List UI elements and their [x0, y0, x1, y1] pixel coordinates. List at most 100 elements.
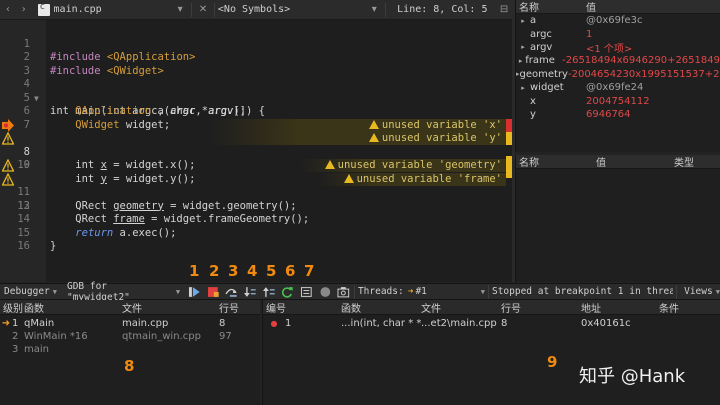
file-selector[interactable]: main.cpp [54, 4, 173, 15]
column-name-header[interactable]: 名称 [516, 154, 596, 169]
code-line-13[interactable]: 13 [0, 186, 512, 212]
step-into-icon[interactable] [244, 286, 257, 298]
debugger-status: Stopped at breakpoint 1 in thread 1. [491, 286, 674, 297]
code-line-5[interactable]: 5 QApplication a(argc, argv); [0, 78, 512, 118]
snapshot-camera-icon[interactable] [337, 286, 350, 298]
column-file-header[interactable]: 文件 [421, 300, 501, 315]
code-line-3[interactable]: 3 [0, 51, 512, 77]
forward-button[interactable]: › [16, 4, 32, 15]
toolbar-divider [385, 2, 387, 17]
close-file-button[interactable]: ✕ [195, 4, 211, 15]
expressions-panel[interactable]: 名称 值 类型 [515, 155, 720, 282]
symbols-selector[interactable]: <No Symbols> [218, 4, 366, 15]
column-type-header[interactable]: 类型 [674, 154, 694, 169]
stack-frame-row[interactable]: 2 WinMain *16 qtmain_win.cpp 97 [0, 330, 260, 343]
column-number-header[interactable]: 编号 [263, 300, 341, 315]
toolbar-divider [353, 284, 355, 299]
expand-arrow-icon[interactable]: ▸ [516, 84, 530, 92]
column-condition-header[interactable]: 条件 [659, 300, 717, 315]
locals-row[interactable]: ▸ geometry -2004654230x1995151537+20 [516, 68, 720, 81]
symbols-dropdown-caret[interactable]: ▾ [366, 4, 382, 15]
debugger-toolbar: Debugger ▼ GDB for "mywidget2" ▼ Threads… [0, 281, 720, 303]
warning-icon [2, 159, 14, 172]
breakpoints-header: 编号 函数 文件 行号 地址 条件 [263, 300, 720, 315]
current-frame-arrow-icon: ➜ [1, 318, 11, 329]
breakpoint-dot-icon[interactable]: ● [263, 319, 285, 328]
toolbar-divider [191, 2, 193, 17]
locals-row[interactable]: ▸ a @0x69fe3c [516, 14, 720, 27]
stack-frame-row[interactable]: ➜ 1 qMain main.cpp 8 [0, 317, 260, 330]
cursor-position[interactable]: Line: 8, Col: 5 [397, 4, 496, 15]
breakpoint-row[interactable]: ● 1 ...in(int, char * *) ...et2\main.cpp… [263, 317, 720, 330]
annotation-number: 7 [304, 262, 315, 280]
stack-header: 级别 函数 文件 行号 [0, 300, 260, 315]
column-value-header[interactable]: 值 [596, 154, 674, 169]
line-number: 16 [17, 240, 30, 252]
locals-row[interactable]: ▸ frame -26518494x6946290+2651849 [516, 54, 720, 67]
editor-toolbar: ‹ › main.cpp ▾ ✕ <No Symbols> ▾ Line: 8,… [0, 0, 512, 20]
cpp-file-icon [37, 2, 50, 16]
breakpoints-panel: 编号 函数 文件 行号 地址 条件 ● 1 ...in(int, char * … [262, 300, 720, 405]
locals-panel: 名称 值 ▸ a @0x69fe3c argc 1 ▸ argv <1 个项> ▸ fram… [515, 0, 720, 152]
restart-icon[interactable] [281, 286, 294, 298]
locals-row[interactable]: ▸ argv <1 个项> [516, 41, 720, 54]
warning-icon [2, 172, 14, 186]
code-text: } [50, 240, 57, 252]
code-line-1[interactable]: 1 #include <QApplication> [0, 24, 512, 64]
locals-row[interactable]: x 2004754112 [516, 94, 720, 107]
code-editor[interactable]: 1 #include <QApplication> 2 #include <QW… [0, 20, 512, 282]
code-line-4[interactable]: 4 ▼ int main(int argc, char *argv[]) { [0, 65, 512, 117]
code-line-16[interactable]: 16 [0, 227, 512, 252]
annotation-number: 3 [228, 262, 239, 280]
expand-arrow-icon[interactable]: ▸ [516, 43, 530, 51]
views-menu[interactable]: Views [684, 286, 713, 297]
code-line-2[interactable]: 2 #include <QWidget> [0, 38, 512, 77]
stack-frame-row[interactable]: 3 main [0, 343, 260, 356]
warning-icon [368, 133, 379, 142]
warning-icon [324, 160, 335, 169]
instruction-mode-icon[interactable] [300, 286, 313, 298]
code-line-7[interactable]: 7 [0, 105, 512, 131]
locals-row[interactable]: ▸ widget @0x69fe24 [516, 81, 720, 94]
step-over-icon[interactable] [225, 286, 238, 298]
code-line-15[interactable]: 15 } [0, 213, 512, 253]
column-line-header[interactable]: 行号 [501, 300, 581, 315]
code-line-14[interactable]: 14 return a.exec(); [0, 200, 512, 239]
file-dropdown-caret[interactable]: ▾ [172, 4, 188, 15]
column-function-header[interactable]: 函数 [341, 300, 421, 315]
warning-annotation: unused variable 'geometry' [300, 159, 506, 172]
locals-row[interactable]: argc 1 [516, 27, 720, 40]
chevron-down-icon[interactable]: ▼ [481, 288, 485, 296]
annotation-number: 5 [266, 262, 277, 280]
annotation-number: 8 [124, 357, 135, 375]
split-editor-icon[interactable]: ⊟ [496, 4, 512, 15]
column-file-header[interactable]: 文件 [122, 300, 219, 315]
column-value-header[interactable]: 值 [586, 0, 596, 14]
toolbar-divider [676, 284, 678, 299]
column-level-header[interactable]: 级别 [0, 300, 24, 315]
code-line-6[interactable]: 6 QWidget widget; [0, 92, 512, 131]
back-button[interactable]: ‹ [0, 4, 16, 15]
annotation-number: 2 [209, 262, 220, 280]
locals-list: ▸ a @0x69fe3c argc 1 ▸ argv <1 个项> ▸ frame -265… [516, 14, 720, 121]
locals-row[interactable]: y 6946764 [516, 108, 720, 121]
thread-select[interactable]: #1 [415, 286, 477, 297]
column-name-header[interactable]: 名称 [516, 0, 586, 14]
column-address-header[interactable]: 地址 [581, 300, 659, 315]
chevron-down-icon[interactable]: ▼ [176, 288, 180, 296]
column-line-header[interactable]: 行号 [219, 300, 257, 315]
warning-annotation: unused variable 'y' [210, 132, 506, 145]
current-line-breakpoint-icon[interactable] [2, 118, 14, 132]
column-function-header[interactable]: 函数 [24, 300, 122, 315]
expand-arrow-icon[interactable]: ▸ [516, 17, 530, 25]
record-icon[interactable] [319, 286, 332, 298]
step-out-icon[interactable] [262, 286, 276, 298]
chevron-down-icon[interactable]: ▼ [53, 288, 57, 296]
stop-debugger-icon[interactable] [207, 286, 220, 298]
chevron-down-icon[interactable]: ▼ [716, 288, 720, 296]
debugger-perspective-select[interactable]: Debugger [4, 286, 50, 297]
watermark: 知乎 @Hank [579, 366, 686, 387]
expand-arrow-icon[interactable]: ▸ [516, 57, 525, 65]
code-line-10[interactable]: 10 [0, 146, 512, 171]
continue-icon[interactable] [188, 286, 201, 298]
